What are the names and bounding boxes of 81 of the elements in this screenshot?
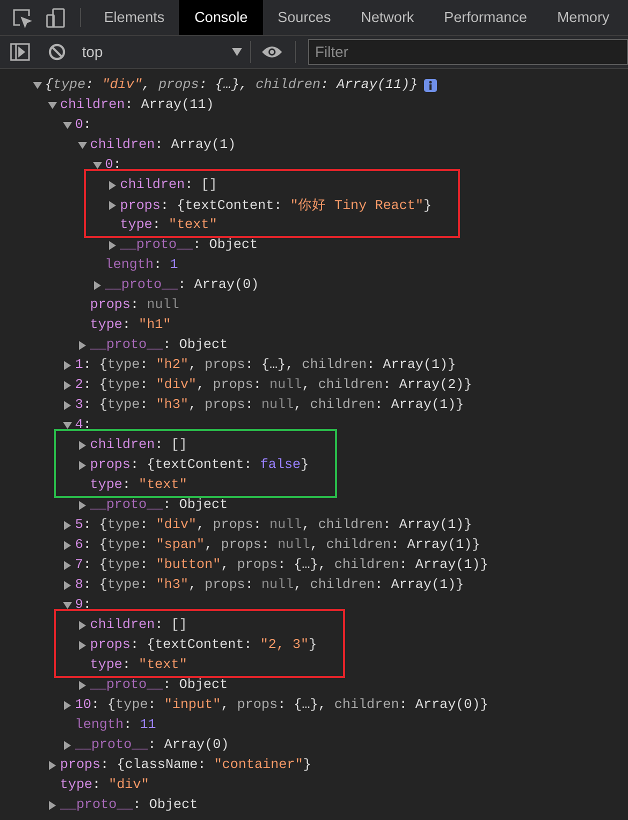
object-property-line: __proto__: Array(0) [105, 278, 259, 292]
collapsed-arrow-icon[interactable] [63, 400, 72, 410]
collapsed-arrow-icon[interactable] [48, 800, 57, 810]
object-property-line: 8: {type: "h3", props: null, children: Array(1)} [75, 578, 464, 592]
inspect-icon[interactable] [12, 8, 32, 28]
collapsed-arrow-icon[interactable] [48, 760, 57, 770]
collapsed-arrow-icon[interactable] [63, 700, 72, 710]
object-property-line: __proto__: Object [90, 338, 228, 352]
object-property-line: 0: [105, 158, 122, 172]
expanded-arrow-icon[interactable] [63, 120, 72, 130]
panel-tab[interactable]: Sources [262, 0, 346, 35]
object-property-line: props: null [90, 298, 180, 312]
collapsed-arrow-icon[interactable] [108, 240, 117, 250]
collapsed-arrow-icon[interactable] [63, 580, 72, 590]
object-property-line: props: {textContent: "2, 3"} [90, 638, 317, 652]
object-property-line: 10: {type: "input", props: {…}, children: Array(0)} [75, 698, 488, 712]
object-property-line: children: [] [90, 438, 188, 452]
object-property-line: props: {className: "container"} [60, 758, 312, 772]
object-property-line: {type: "div", props: {…}, children: Array(11)} [45, 78, 418, 92]
object-property-line: children: [] [90, 618, 188, 632]
collapsed-arrow-icon[interactable] [93, 280, 102, 290]
collapsed-arrow-icon[interactable] [78, 680, 87, 690]
object-property-line: 3: {type: "h3", props: null, children: Array(1)} [75, 398, 464, 412]
panel-tab[interactable]: Performance [429, 0, 542, 35]
filter-field[interactable]: Filter [308, 39, 628, 65]
object-property-line: 4: [75, 418, 92, 432]
caret-icon [232, 48, 242, 56]
collapsed-arrow-icon[interactable] [78, 640, 87, 650]
object-property-line: length: 11 [75, 718, 156, 732]
collapsed-arrow-icon[interactable] [78, 440, 87, 450]
object-property-line: type: "h1" [90, 318, 172, 332]
object-property-line: __proto__: Object [120, 238, 258, 252]
object-property-line: __proto__: Object [60, 798, 198, 812]
eye-icon[interactable] [261, 45, 283, 59]
object-property-line: __proto__: Object [90, 678, 228, 692]
context-dropdown[interactable]: top [82, 41, 251, 63]
expanded-arrow-icon[interactable] [48, 100, 57, 110]
info-icon[interactable] [424, 78, 437, 92]
object-property-line: 1: {type: "h2", props: {…}, children: Array(1)} [75, 358, 456, 372]
object-property-line: __proto__: Object [90, 498, 228, 512]
object-property-line: type: "text" [90, 658, 188, 672]
expanded-arrow-icon[interactable] [63, 600, 72, 610]
object-property-line: children: Array(11) [60, 98, 214, 112]
object-property-line: 0: [75, 118, 92, 132]
object-property-line: type: "div" [60, 778, 150, 792]
expanded-arrow-icon[interactable] [78, 140, 87, 150]
object-property-line: props: {textContent: false} [90, 458, 309, 472]
object-property-line: 5: {type: "div", props: null, children: Array(1)} [75, 518, 472, 532]
collapsed-arrow-icon[interactable] [78, 620, 87, 630]
object-property-line: length: 1 [105, 258, 178, 272]
object-property-line: __proto__: Array(0) [75, 738, 229, 752]
object-property-line: type: "text" [90, 478, 188, 492]
object-property-line: 7: {type: "button", props: {…}, children: Array(1)} [75, 558, 488, 572]
object-property-line: type: "text" [120, 218, 218, 232]
collapsed-arrow-icon[interactable] [63, 740, 72, 750]
object-property-line: 6: {type: "span", props: null, children: Array(1)} [75, 538, 480, 552]
object-property-line: props: {textContent: "你好 Tiny React"} [120, 197, 432, 214]
sidebar-toggle-icon[interactable] [10, 43, 30, 61]
expanded-arrow-icon[interactable] [93, 160, 102, 170]
panel-tab[interactable]: Console [179, 0, 263, 35]
object-property-line: children: [] [120, 178, 218, 192]
panel-tab[interactable]: Network [346, 0, 430, 35]
collapsed-arrow-icon[interactable] [63, 360, 72, 370]
collapsed-arrow-icon[interactable] [78, 340, 87, 350]
collapsed-arrow-icon[interactable] [78, 460, 87, 470]
object-property-line: 9: [75, 598, 92, 612]
expanded-arrow-icon[interactable] [63, 420, 72, 430]
object-property-line: 2: {type: "div", props: null, children: Array(2)} [75, 378, 472, 392]
panel-tab[interactable]: Memory [542, 0, 624, 35]
expanded-arrow-icon[interactable] [33, 80, 42, 90]
collapsed-arrow-icon[interactable] [63, 380, 72, 390]
collapsed-arrow-icon[interactable] [63, 540, 72, 550]
collapsed-arrow-icon[interactable] [108, 180, 117, 190]
collapsed-arrow-icon[interactable] [108, 200, 117, 210]
panel-tab[interactable]: Elements [89, 0, 180, 35]
device-toolbar-icon[interactable] [46, 8, 66, 28]
clear-console-icon[interactable] [48, 43, 66, 61]
object-property-line: children: Array(1) [90, 138, 236, 152]
collapsed-arrow-icon[interactable] [63, 520, 72, 530]
collapsed-arrow-icon[interactable] [78, 500, 87, 510]
collapsed-arrow-icon[interactable] [63, 560, 72, 570]
